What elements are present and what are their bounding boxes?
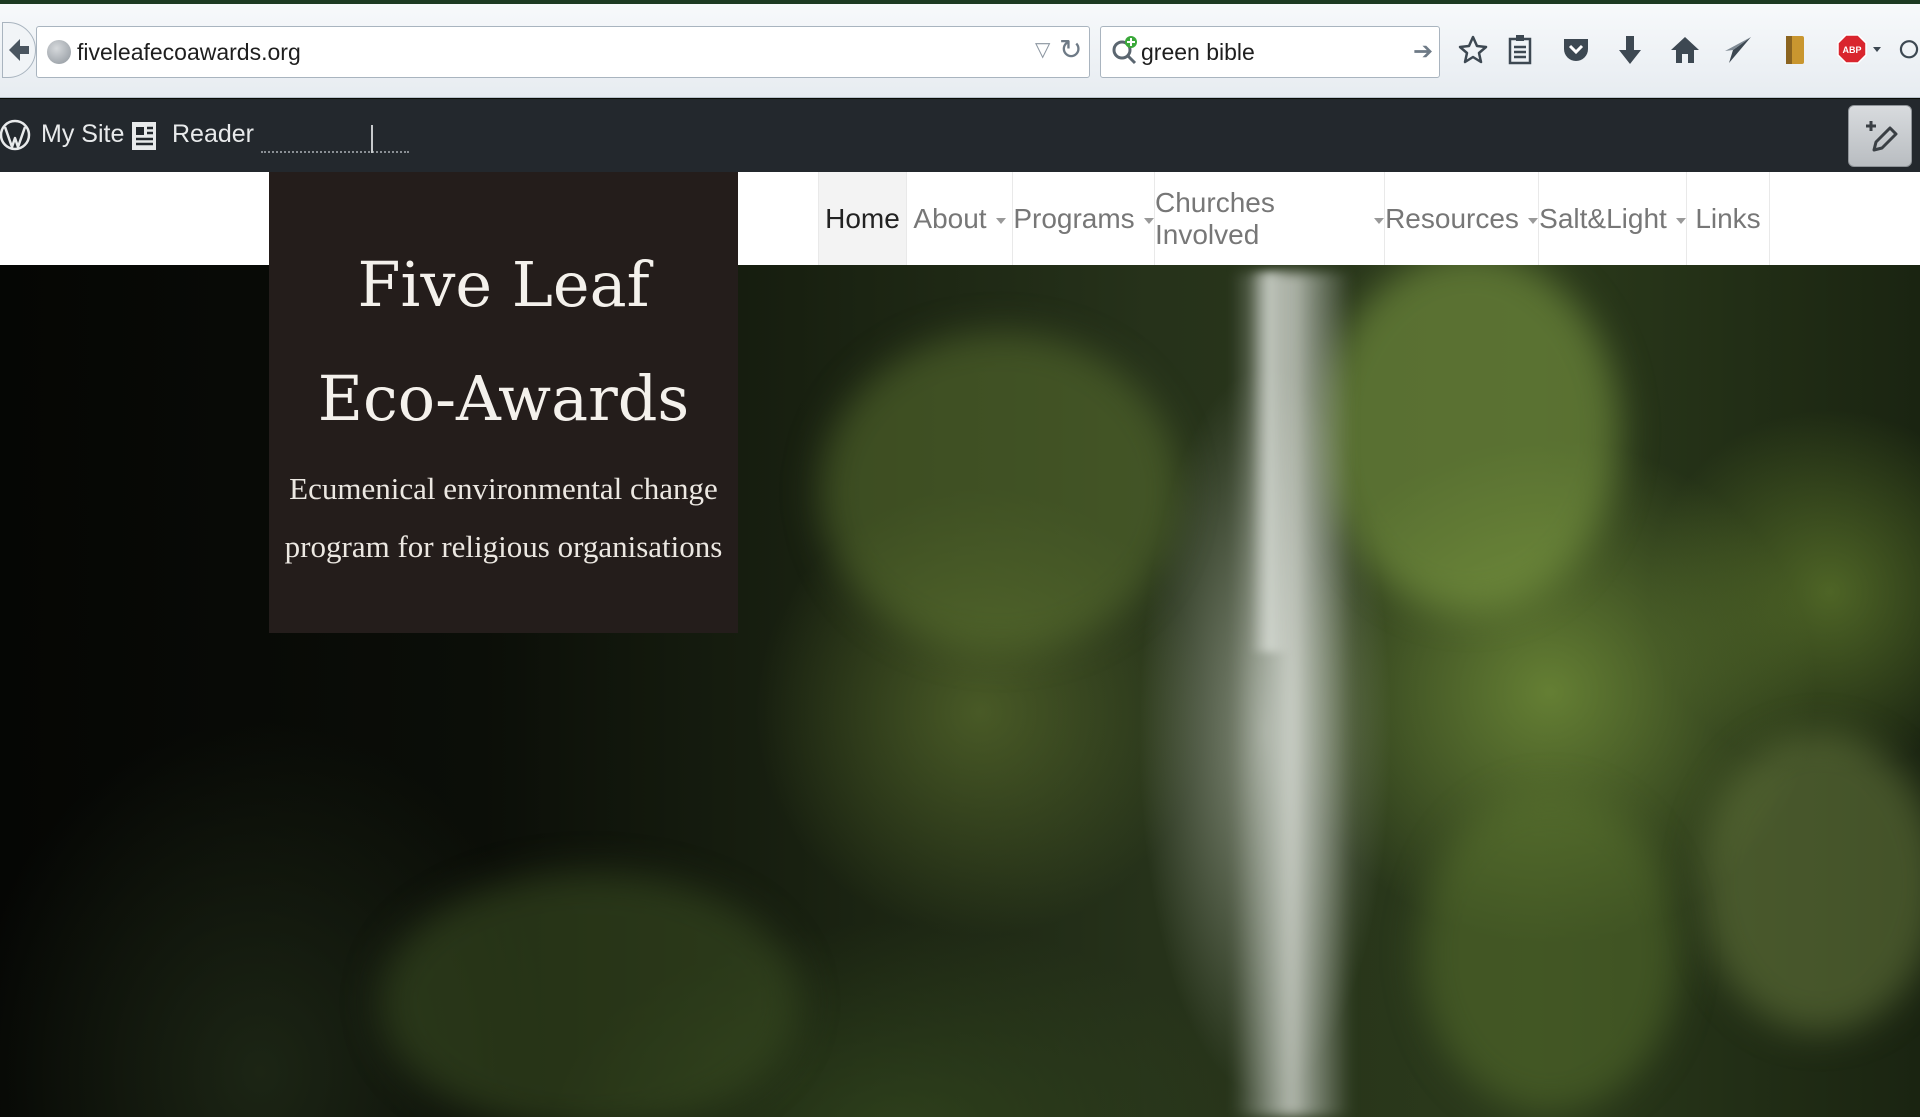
reader-icon[interactable] <box>130 119 160 153</box>
nav-salt-light[interactable]: Salt&Light <box>1538 172 1686 265</box>
bookmark-tab-icon[interactable] <box>1775 30 1815 70</box>
foliage-shape <box>380 872 800 1117</box>
reader-link[interactable]: Reader <box>172 120 254 149</box>
chat-icon[interactable] <box>1898 30 1920 70</box>
url-history-dropdown-icon[interactable]: ▽ <box>1035 37 1050 62</box>
address-bar[interactable]: fiveleafecoawards.org ▽ ↻ <box>36 26 1090 78</box>
nav-about[interactable]: About <box>906 172 1012 265</box>
nav-churches-involved-label: Churches Involved <box>1155 186 1275 250</box>
bookmark-star-icon[interactable] <box>1453 30 1493 70</box>
nav-resources[interactable]: Resources <box>1384 172 1538 265</box>
my-site-link[interactable]: My Site <box>41 120 124 149</box>
wordpress-logo-icon[interactable] <box>0 113 32 157</box>
pocket-icon[interactable] <box>1556 30 1596 70</box>
search-bar[interactable]: green bible ➔ <box>1100 26 1440 78</box>
foliage-shape <box>1320 252 1620 612</box>
site-tagline-line: Ecumenical environmental change <box>289 471 718 506</box>
adblock-label: ABP <box>1842 45 1861 55</box>
wp-admin-bar: My Site Reader <box>0 99 1920 172</box>
site-tagline-line: program for religious organisations <box>284 529 723 564</box>
nav-links[interactable]: Links <box>1686 172 1770 265</box>
download-icon[interactable] <box>1610 30 1650 70</box>
back-arrow-icon <box>9 39 29 61</box>
adblock-icon[interactable]: ABP <box>1833 30 1889 70</box>
write-pencil-icon <box>1866 121 1898 152</box>
chevron-down-icon <box>1527 217 1538 224</box>
reading-list-icon[interactable] <box>1500 30 1540 70</box>
nav-resources-label: Resources <box>1385 202 1519 234</box>
foliage-shape <box>1420 792 1680 1112</box>
url-text: fiveleafecoawards.org <box>77 39 301 65</box>
nav-salt-light-label: Salt&Light <box>1539 202 1667 234</box>
search-go-icon[interactable]: ➔ <box>1413 37 1433 66</box>
nav-links-label: Links <box>1695 202 1761 234</box>
browser-toolbar: fiveleafecoawards.org ▽ ↻ green bible ➔ <box>0 4 1920 98</box>
nav-churches-involved[interactable]: Churches Involved <box>1154 172 1384 265</box>
nav-programs-label: Programs <box>1013 202 1135 234</box>
chevron-down-icon <box>995 217 1006 224</box>
site-identity-icon[interactable] <box>47 40 71 64</box>
site-title[interactable]: Five Leaf Eco-Awards <box>269 228 738 456</box>
send-icon[interactable] <box>1718 30 1758 70</box>
chevron-down-icon <box>1143 217 1154 224</box>
site-title-line: Eco-Awards <box>317 362 690 435</box>
admin-bar-loading-indicator <box>261 123 409 153</box>
back-button[interactable] <box>2 22 36 78</box>
home-icon[interactable] <box>1665 30 1705 70</box>
site-title-line: Five Leaf <box>357 248 650 321</box>
nav-home[interactable]: Home <box>818 172 906 265</box>
chevron-down-icon <box>1675 217 1686 224</box>
write-post-button[interactable] <box>1848 105 1912 167</box>
search-engine-icon[interactable] <box>1109 35 1139 65</box>
foliage-shape <box>820 332 1180 652</box>
site-branding: Five Leaf Eco-Awards Ecumenical environm… <box>269 172 738 633</box>
nav-home-label: Home <box>825 202 900 234</box>
search-query-text: green bible <box>1141 39 1255 65</box>
site-tagline: Ecumenical environmental change program … <box>269 460 738 576</box>
waterfall-shape <box>1250 272 1290 652</box>
foliage-shape <box>1700 732 1920 1032</box>
nav-programs[interactable]: Programs <box>1012 172 1154 265</box>
chevron-down-icon <box>1374 217 1384 224</box>
reload-icon[interactable]: ↻ <box>1059 33 1082 66</box>
nav-about-label: About <box>913 202 987 234</box>
